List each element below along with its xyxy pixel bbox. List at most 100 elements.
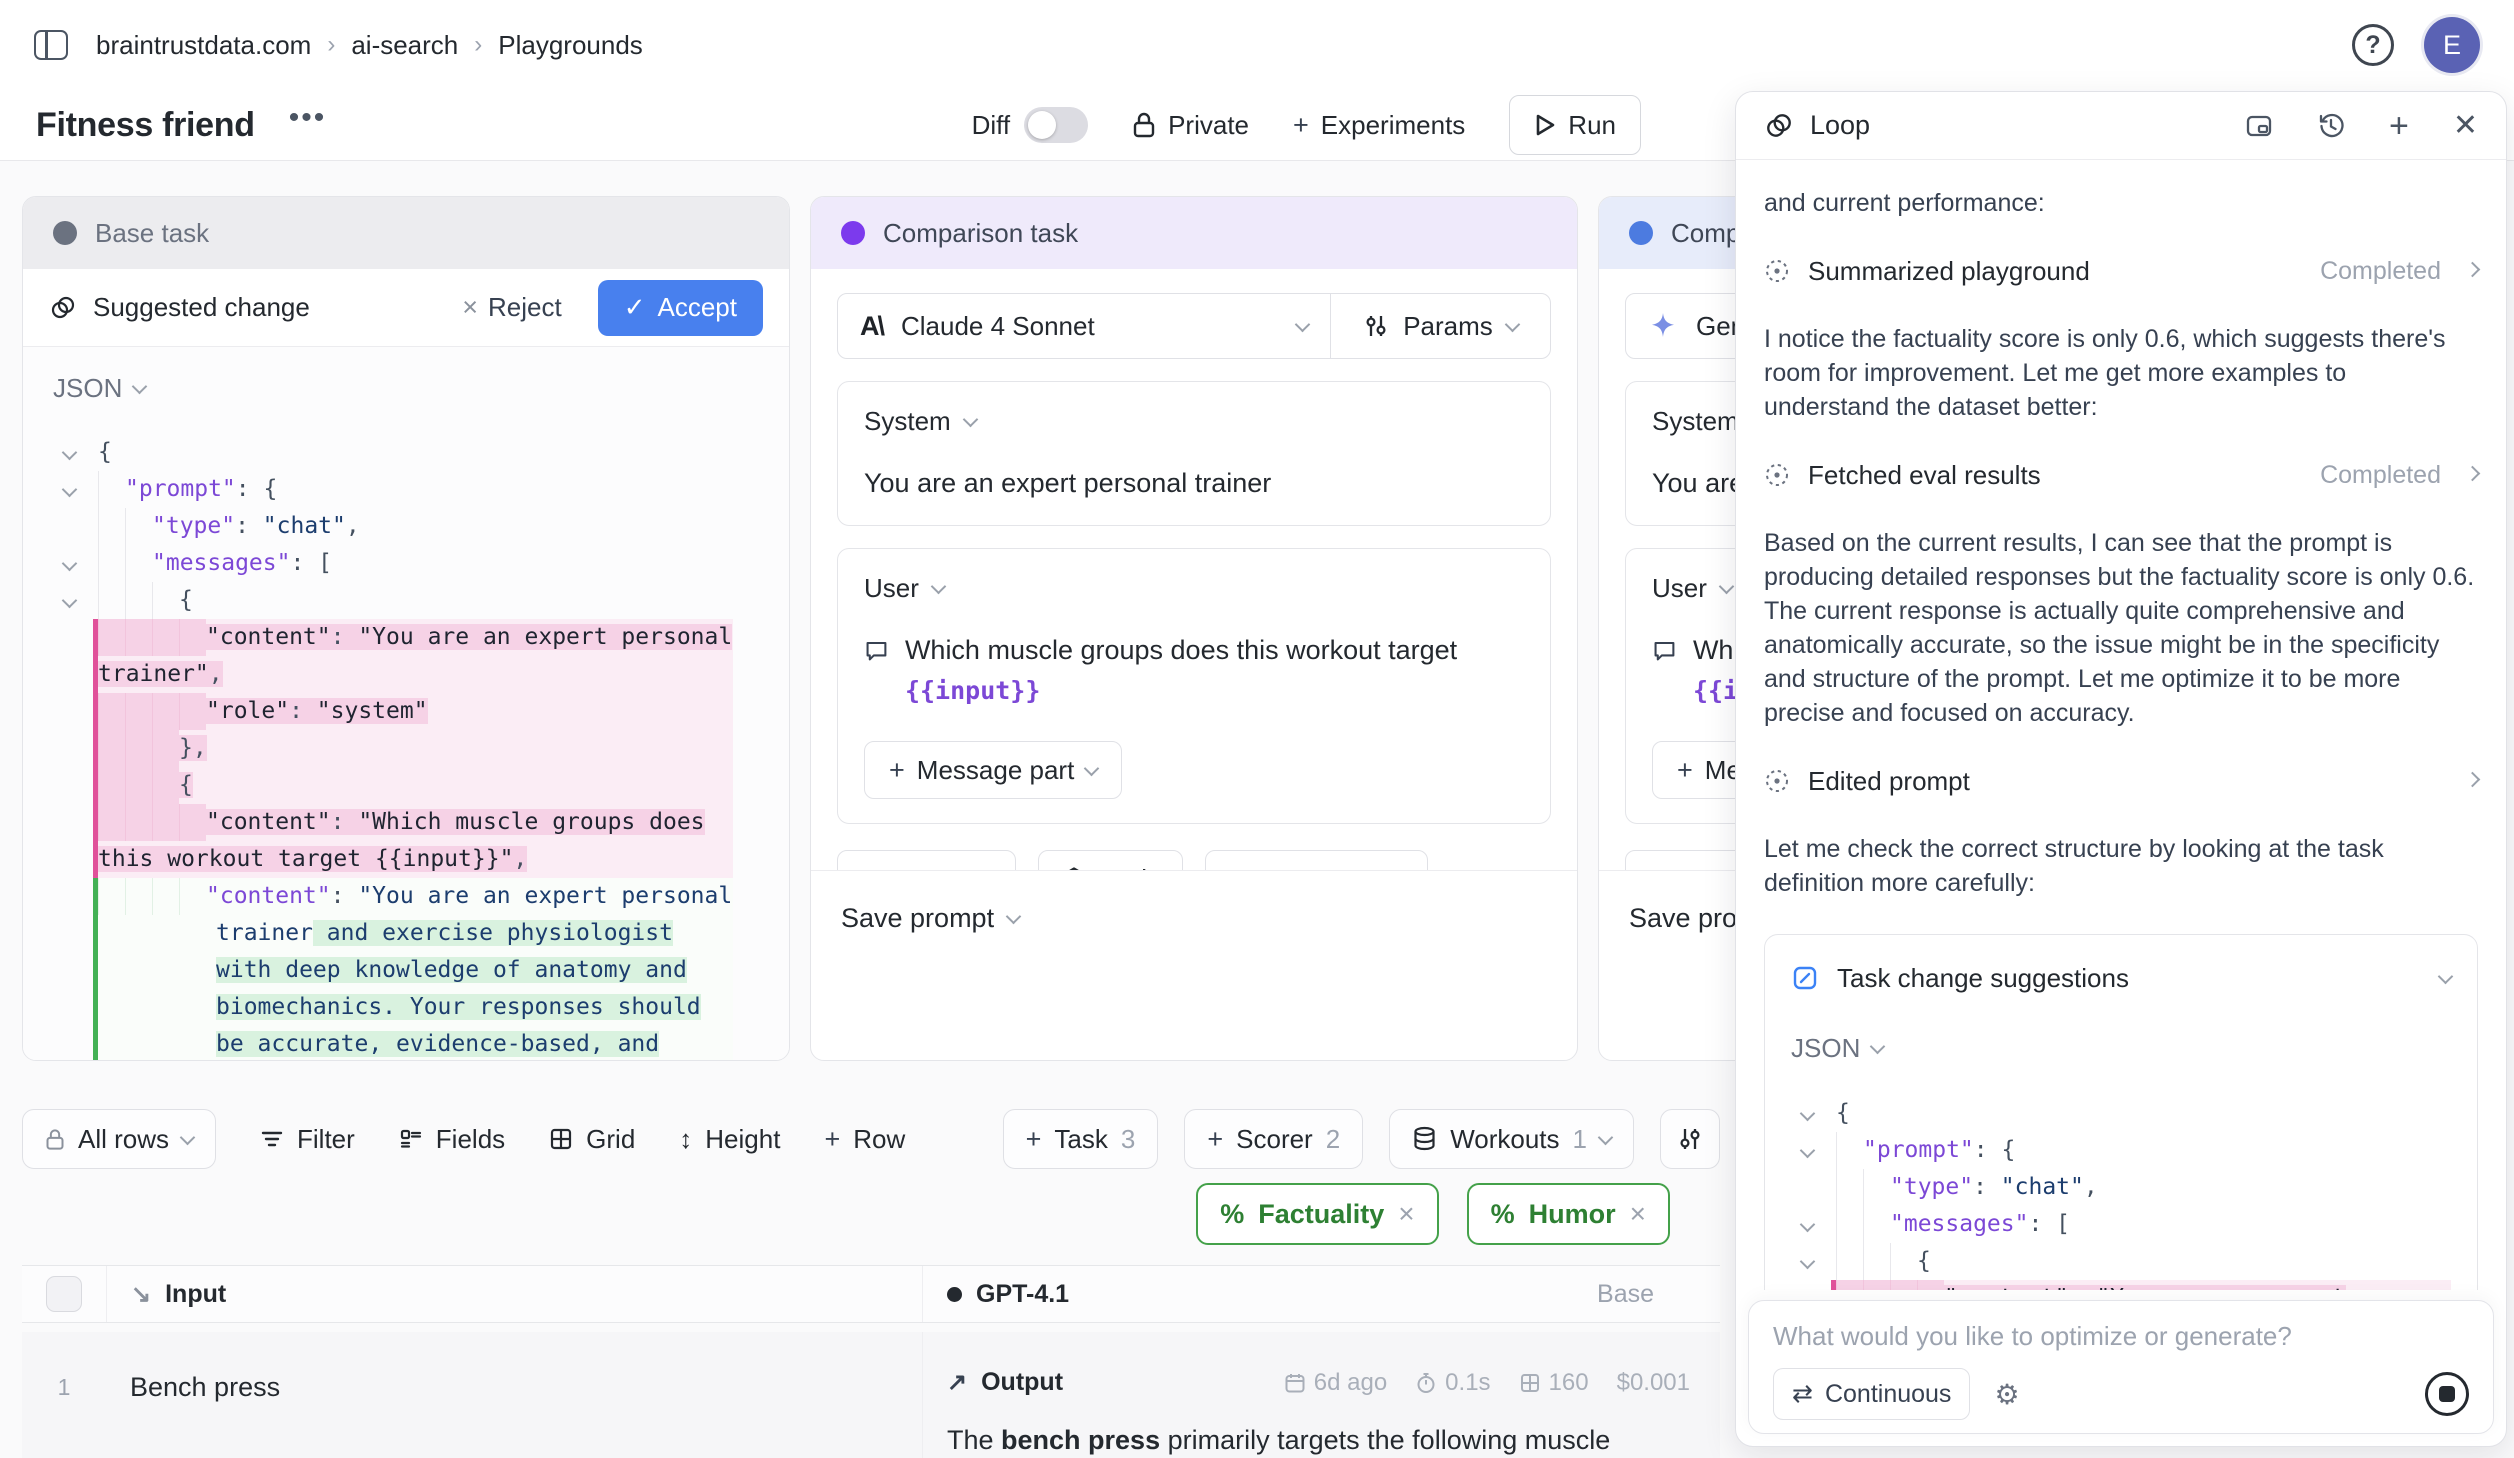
grid-icon	[549, 1127, 573, 1151]
system-message-card[interactable]: System You are an expert personal traine…	[837, 381, 1551, 526]
percent-icon: %	[1491, 1199, 1515, 1230]
loop-rings-icon	[1764, 111, 1794, 141]
add-message-part-button[interactable]: + Message part	[864, 741, 1122, 799]
code-line: {	[93, 434, 733, 471]
select-all-checkbox[interactable]	[46, 1276, 82, 1312]
more-menu-button[interactable]: •••	[289, 113, 327, 137]
collapse-icon[interactable]	[1800, 1143, 1816, 1159]
loop-panel-title: Loop	[1810, 110, 1870, 141]
avatar[interactable]: E	[2424, 17, 2480, 73]
sidebar-toggle-icon[interactable]	[34, 30, 68, 60]
column-settings-button[interactable]	[1660, 1109, 1720, 1169]
template-variable[interactable]: {{input}}	[905, 676, 1040, 705]
remove-icon[interactable]: ×	[1630, 1198, 1646, 1230]
settings-gear-icon[interactable]: ⚙	[1994, 1378, 2019, 1411]
experiments-button[interactable]: + Experiments	[1293, 110, 1465, 141]
loop-rings-icon	[49, 294, 77, 322]
base-task-editor[interactable]: JSON {"prompt": {"type": "chat","message…	[23, 347, 789, 1061]
save-prompt-button[interactable]: Save prompt	[811, 870, 1577, 966]
help-icon[interactable]: ?	[2352, 24, 2394, 66]
table-row[interactable]: 1 Bench press ↗ Output 6d ago 0.1s	[22, 1332, 1720, 1458]
new-chat-icon[interactable]: +	[2389, 116, 2409, 136]
breadcrumb-section[interactable]: Playgrounds	[498, 30, 643, 61]
dataset-select-button[interactable]: Workouts 1	[1389, 1109, 1634, 1169]
collapse-icon[interactable]	[62, 556, 78, 572]
fields-button[interactable]: Fields	[399, 1124, 505, 1155]
comparison-task-2-dot	[1629, 221, 1653, 245]
collapse-icon[interactable]	[62, 482, 78, 498]
chevron-down-icon	[931, 579, 947, 595]
filter-button[interactable]: Filter	[260, 1124, 355, 1155]
task-change-suggestions-header[interactable]: Task change suggestions	[1791, 961, 2451, 995]
model-column-header[interactable]: GPT-4.1 Base	[922, 1266, 1720, 1322]
model-row: A\ Claude 4 Sonnet Params	[837, 293, 1551, 359]
close-icon[interactable]: ✕	[2453, 108, 2478, 143]
row-input-cell[interactable]: Bench press	[106, 1332, 922, 1458]
task-change-icon	[1791, 964, 1819, 992]
indent-guide	[98, 619, 125, 656]
step-status: Completed	[2320, 458, 2441, 492]
plus-icon: +	[1207, 1124, 1223, 1155]
loop-step-summarized-playground[interactable]: Summarized playgroundCompleted	[1764, 254, 2478, 288]
row-height-button[interactable]: ↕ Height	[679, 1124, 780, 1155]
remove-icon[interactable]: ×	[1398, 1198, 1414, 1230]
user-message-text[interactable]: Which muscle groups does this workout ta…	[905, 630, 1524, 711]
indent-guide	[179, 693, 206, 730]
indent-guide	[1836, 1243, 1863, 1280]
add-row-button[interactable]: + Row	[824, 1124, 905, 1155]
stop-button[interactable]	[2425, 1372, 2469, 1416]
user-message-card[interactable]: User Which muscle groups does this worko…	[837, 548, 1551, 824]
breadcrumb-project[interactable]: ai-search	[351, 30, 458, 61]
collapse-icon[interactable]	[62, 593, 78, 609]
scorer-chip-factuality[interactable]: % Factuality ×	[1196, 1183, 1438, 1245]
all-rows-filter-button[interactable]: All rows	[22, 1109, 216, 1169]
run-button[interactable]: Run	[1509, 95, 1641, 155]
step-status: Completed	[2320, 254, 2441, 288]
format-select[interactable]: JSON	[1791, 1031, 2451, 1065]
grid-view-button[interactable]: Grid	[549, 1124, 635, 1155]
collapse-icon[interactable]	[1800, 1106, 1816, 1122]
collapse-icon[interactable]	[1800, 1254, 1816, 1270]
code-line: "messages": [	[1831, 1206, 2451, 1243]
loop-step-fetched-eval-results[interactable]: Fetched eval resultsCompleted	[1764, 458, 2478, 492]
indent-guide	[152, 582, 179, 619]
x-icon: ×	[462, 292, 478, 323]
loop-panel-header: Loop + ✕	[1736, 92, 2506, 160]
history-icon[interactable]	[2317, 112, 2345, 140]
scorer-chip-humor[interactable]: % Humor ×	[1467, 1183, 1670, 1245]
user-role-select[interactable]: User	[864, 573, 1524, 604]
add-scorer-button[interactable]: + Scorer 2	[1184, 1109, 1363, 1169]
latency-meta: 0.1s	[1415, 1369, 1490, 1397]
code-line: },	[93, 730, 733, 767]
chevron-down-icon	[962, 412, 978, 428]
diff-toggle[interactable]	[1024, 107, 1088, 143]
indent-guide	[1863, 1243, 1890, 1280]
format-select[interactable]: JSON	[53, 373, 759, 404]
loop-step-edited-prompt[interactable]: Edited prompt	[1764, 764, 2478, 798]
add-task-button[interactable]: + Task 3	[1003, 1109, 1159, 1169]
collapse-icon[interactable]	[1800, 1217, 1816, 1233]
code-line: "type": "chat",	[93, 508, 733, 545]
model-select[interactable]: A\ Claude 4 Sonnet	[838, 294, 1330, 358]
row-output-cell[interactable]: ↗ Output 6d ago 0.1s 160	[922, 1332, 1720, 1458]
input-column-header[interactable]: ↘ Input	[106, 1266, 922, 1322]
indent-guide	[152, 619, 179, 656]
system-message-text[interactable]: You are an expert personal trainer	[864, 465, 1524, 501]
collapse-icon[interactable]	[62, 445, 78, 461]
popout-icon[interactable]	[2245, 112, 2273, 140]
reject-button[interactable]: × Reject	[462, 292, 561, 323]
indent-guide	[152, 730, 179, 767]
plus-icon: +	[1677, 755, 1693, 786]
system-role-select[interactable]: System	[864, 406, 1524, 437]
private-button[interactable]: Private	[1132, 110, 1249, 141]
check-icon: ✓	[624, 292, 646, 323]
loop-input-field[interactable]: What would you like to optimize or gener…	[1773, 1321, 2469, 1352]
params-button[interactable]: Params	[1330, 294, 1550, 358]
continuous-mode-button[interactable]: ⇄ Continuous	[1773, 1368, 1970, 1420]
indent-guide	[98, 582, 125, 619]
indent-guide	[1836, 1169, 1863, 1206]
tokens-icon	[1519, 1372, 1541, 1394]
loop-panel: Loop + ✕ and current performance: Summar…	[1735, 91, 2507, 1447]
accept-button[interactable]: ✓ Accept	[598, 280, 763, 336]
breadcrumb-org[interactable]: braintrustdata.com	[96, 30, 311, 61]
